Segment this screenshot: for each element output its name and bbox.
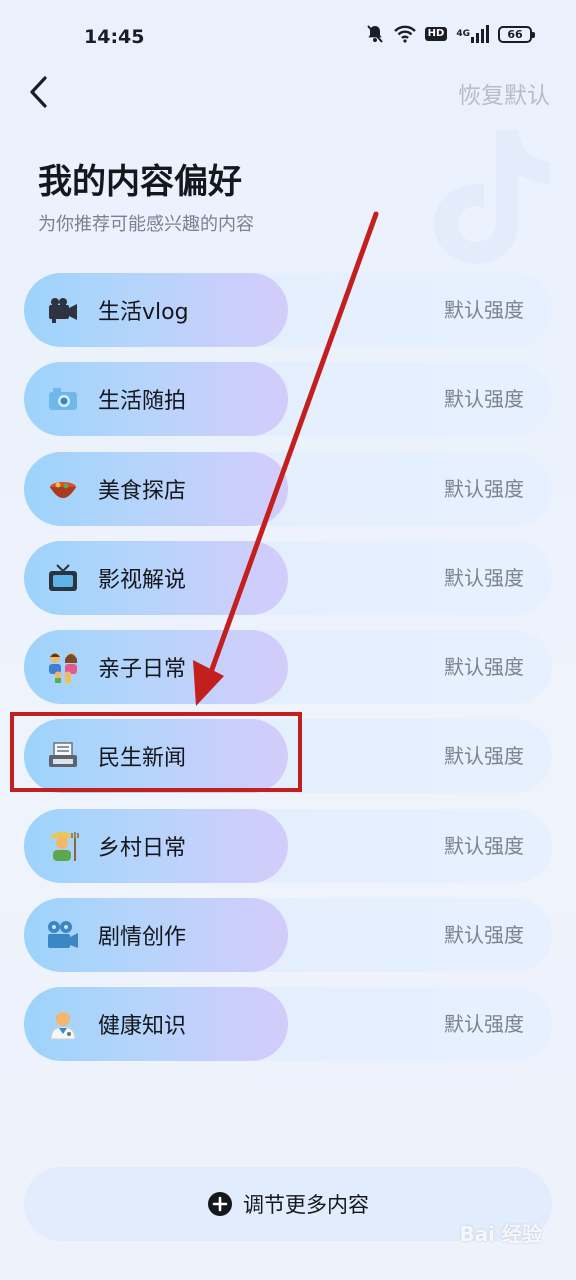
- annotation-highlight-box: [10, 712, 302, 792]
- preference-strength[interactable]: 默认强度: [444, 630, 524, 704]
- family-icon: [46, 650, 80, 684]
- preference-item-drama-creation[interactable]: 剧情创作 默认强度: [24, 898, 552, 973]
- status-bar: 14:45 HD 4G 66: [0, 0, 576, 72]
- network-label: 4G: [456, 28, 470, 39]
- camera-icon: [46, 382, 80, 416]
- preference-item-life-snapshots[interactable]: 生活随拍 默认强度: [24, 362, 552, 437]
- preference-strength[interactable]: 默认强度: [444, 273, 524, 347]
- tv-icon: [46, 561, 80, 595]
- adjust-more-content-label: 调节更多内容: [243, 1193, 369, 1217]
- chevron-left-icon: [30, 76, 47, 108]
- status-time: 14:45: [84, 26, 145, 48]
- back-button[interactable]: [18, 70, 58, 114]
- preference-item-film-commentary[interactable]: 影视解说 默认强度: [24, 540, 552, 615]
- status-icons: HD 4G 66: [365, 24, 535, 44]
- plus-circle-icon: [208, 1192, 232, 1216]
- wifi-icon: [393, 25, 416, 43]
- battery-icon: 66: [498, 25, 535, 43]
- preference-label: 生活vlog: [98, 300, 189, 325]
- preference-pill[interactable]: 美食探店: [24, 451, 288, 526]
- doctor-icon: [46, 1007, 80, 1041]
- preference-label: 乡村日常: [98, 835, 187, 861]
- preference-item-rural-daily[interactable]: 乡村日常 默认强度: [24, 808, 552, 883]
- preference-label: 剧情创作: [98, 925, 187, 951]
- film-camera-icon: [46, 918, 80, 952]
- preference-label: 影视解说: [98, 567, 187, 593]
- preference-pill[interactable]: 乡村日常: [24, 808, 288, 883]
- preference-item-health-knowledge[interactable]: 健康知识 默认强度: [24, 987, 552, 1062]
- preference-item-food-exploring[interactable]: 美食探店 默认强度: [24, 451, 552, 526]
- signal-icon: 4G: [456, 25, 489, 43]
- preference-strength[interactable]: 默认强度: [444, 809, 524, 883]
- video-camera-icon: [46, 293, 80, 327]
- preference-strength[interactable]: 默认强度: [444, 719, 524, 793]
- bell-muted-icon: [365, 24, 385, 44]
- preference-pill[interactable]: 生活vlog: [24, 273, 288, 347]
- preference-pill[interactable]: 亲子日常: [24, 630, 288, 705]
- farmer-icon: [46, 829, 80, 863]
- preference-pill[interactable]: 剧情创作: [24, 898, 288, 973]
- preference-item-life-vlog[interactable]: 生活vlog 默认强度: [24, 273, 552, 347]
- preference-label: 健康知识: [98, 1014, 187, 1040]
- hd-badge: HD: [424, 27, 448, 41]
- preference-pill[interactable]: 生活随拍: [24, 362, 288, 437]
- preference-label: 生活随拍: [98, 389, 187, 415]
- preference-strength[interactable]: 默认强度: [444, 362, 524, 436]
- preference-strength[interactable]: 默认强度: [444, 987, 524, 1061]
- preference-strength[interactable]: 默认强度: [444, 452, 524, 526]
- preference-label: 美食探店: [98, 478, 187, 504]
- food-bowl-icon: [46, 472, 80, 506]
- page-title: 我的内容偏好: [38, 162, 242, 202]
- preference-pill[interactable]: 影视解说: [24, 540, 288, 615]
- baidu-watermark: Bai 经验: [459, 1222, 542, 1246]
- douyin-logo-icon: [434, 130, 550, 264]
- reset-default-button[interactable]: 恢复默认: [458, 76, 550, 110]
- preference-list: 生活vlog 默认强度 生活随拍 默认强度 美食探店 默认强度 影视解说 默认强…: [24, 273, 552, 1077]
- preference-item-parenting-daily[interactable]: 亲子日常 默认强度: [24, 630, 552, 705]
- preference-strength[interactable]: 默认强度: [444, 898, 524, 972]
- page-subtitle: 为你推荐可能感兴趣的内容: [38, 214, 254, 235]
- preference-pill[interactable]: 健康知识: [24, 987, 288, 1062]
- preference-label: 亲子日常: [98, 657, 187, 683]
- preference-strength[interactable]: 默认强度: [444, 541, 524, 615]
